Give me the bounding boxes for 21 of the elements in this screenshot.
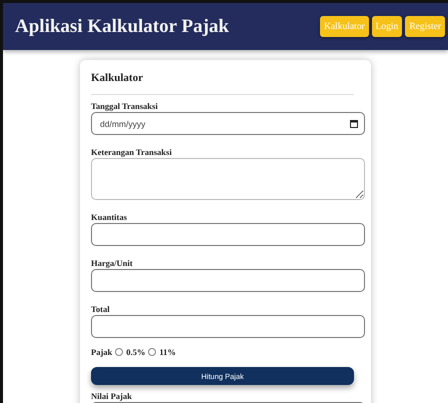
radio-label: 11% [159,347,176,357]
nav-button[interactable]: Login [372,16,402,37]
nav-button[interactable]: Kalkulator [320,16,369,37]
nav-button[interactable]: Register [405,16,445,37]
radio-button[interactable] [148,348,156,356]
input-field[interactable] [91,315,365,338]
date-field[interactable]: dd/mm/yyyy [91,112,365,135]
input-field[interactable] [91,269,365,292]
field-label: Total [91,304,111,314]
field-label: Tanggal Transaksi [91,101,159,111]
card-title: Kalkulator [91,72,354,95]
tax-label: Pajak [91,347,112,357]
input-field[interactable] [91,223,365,246]
app-title: Aplikasi Kalkulator Pajak [15,16,229,38]
field-label: Nilai Pajak [91,391,133,401]
radio-label: 0.5% [126,347,146,357]
field-label: Keterangan Transaksi [91,147,173,157]
field-label: Harga/Unit [91,258,134,268]
calendar-icon[interactable] [350,120,358,128]
field-label: Kuantitas [91,212,128,222]
radio-button[interactable] [115,348,124,356]
